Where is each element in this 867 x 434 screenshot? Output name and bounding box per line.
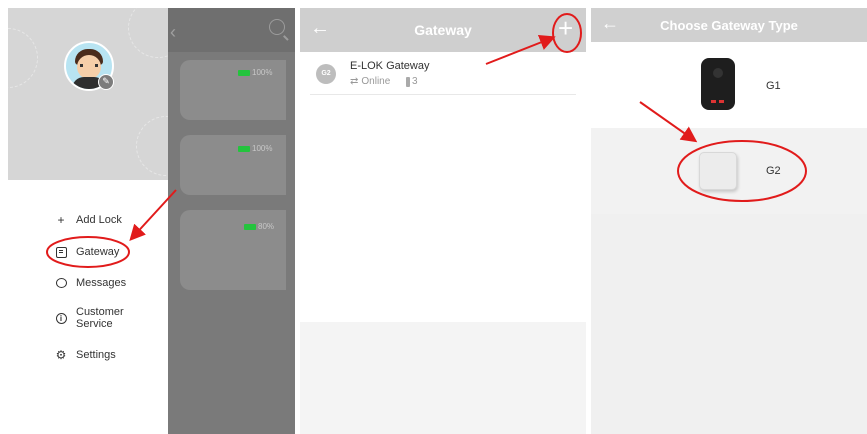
menu-item-label: Settings: [76, 349, 116, 361]
menu-item-label: Gateway: [76, 246, 120, 258]
option-label: G2: [766, 165, 781, 177]
menu-item-messages[interactable]: Messages: [55, 277, 126, 289]
page-title: Gateway: [414, 22, 472, 38]
side-drawer: ✎ + Add Lock Gateway Messages i Customer: [8, 8, 168, 434]
tutorial-composite: ‹ 100% 100% 80% ✎ + Add Lock Gateway Mes…: [0, 0, 867, 434]
panel-gateway-list: ← Gateway + G2 E-LOK Gateway ⇄ Online 3: [300, 8, 586, 434]
gateway-badge-icon: G2: [316, 64, 336, 84]
battery-indicator: 100%: [238, 68, 272, 77]
decor-ring: [8, 28, 38, 88]
menu-item-add-lock[interactable]: + Add Lock: [55, 213, 122, 227]
avatar-eyes: [80, 64, 98, 67]
status-text: Online: [361, 76, 391, 87]
menu-item-label: Messages: [76, 277, 127, 289]
chevron-left-icon: ‹: [170, 22, 176, 42]
menu-item-label: Add Lock: [76, 214, 122, 226]
add-gateway-button[interactable]: +: [558, 15, 573, 41]
lock-icon: [406, 76, 410, 87]
panel-side-menu: ‹ 100% 100% 80% ✎ + Add Lock Gateway Mes…: [8, 8, 295, 434]
battery-icon: [238, 69, 250, 76]
edit-profile-icon[interactable]: ✎: [98, 74, 114, 90]
battery-indicator: 80%: [244, 222, 274, 231]
top-bar: ← Choose Gateway Type: [591, 8, 867, 42]
plus-icon: +: [57, 213, 65, 227]
info-icon: i: [55, 312, 67, 324]
battery-indicator: 100%: [238, 144, 272, 153]
gear-icon: ⚙: [55, 348, 67, 362]
battery-icon: [238, 145, 250, 152]
g1-device-image: [701, 58, 735, 110]
search-icon[interactable]: [269, 19, 285, 35]
gateway-name: E-LOK Gateway: [350, 60, 430, 72]
gateway-icon: [55, 246, 67, 258]
gateway-lock-count: 3: [406, 76, 418, 87]
list-item[interactable]: G2 E-LOK Gateway ⇄ Online 3: [310, 52, 576, 95]
gateway-list: G2 E-LOK Gateway ⇄ Online 3: [300, 52, 586, 322]
menu-item-label: Customer Service: [76, 306, 124, 330]
battery-level: 80%: [258, 222, 275, 231]
gateway-option-g1[interactable]: G1: [591, 42, 867, 128]
panel-choose-gateway-type: ← Choose Gateway Type G1 G2: [591, 8, 867, 434]
gateway-status: ⇄ Online: [350, 76, 390, 87]
decor-ring: [136, 116, 168, 176]
g2-device-image: [699, 152, 737, 190]
chat-icon: [55, 277, 67, 289]
battery-level: 100%: [252, 68, 273, 77]
battery-level: 100%: [252, 144, 273, 153]
option-label: G1: [766, 80, 781, 92]
sync-icon: ⇄: [350, 76, 359, 87]
drawer-header: ✎: [8, 8, 168, 180]
page-title: Choose Gateway Type: [660, 18, 798, 33]
top-bar: ← Gateway +: [300, 8, 586, 52]
lock-count-text: 3: [412, 76, 418, 87]
decor-ring: [128, 8, 168, 58]
battery-icon: [244, 223, 256, 230]
menu-item-settings[interactable]: ⚙ Settings: [55, 348, 116, 362]
gateway-option-g2[interactable]: G2: [591, 128, 867, 214]
menu-item-gateway[interactable]: Gateway: [55, 246, 119, 258]
avatar-face: [77, 55, 101, 79]
menu-item-customer-service[interactable]: i Customer Service: [55, 306, 124, 330]
